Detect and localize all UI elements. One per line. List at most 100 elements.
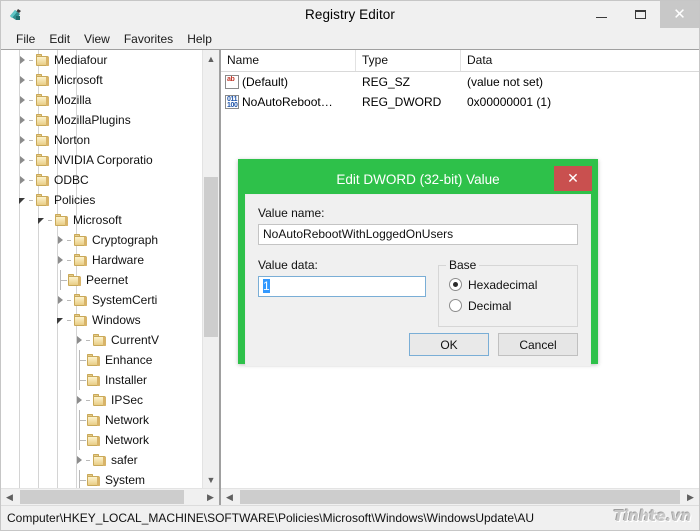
tree-hscroll-thumb[interactable]: [20, 490, 184, 504]
tree-scroll-track[interactable]: [203, 67, 219, 471]
menu-item-favorites[interactable]: Favorites: [117, 31, 180, 47]
tree-node-safer[interactable]: safer: [1, 450, 219, 470]
scroll-down-icon[interactable]: ▼: [203, 471, 219, 488]
tree-elbow: [72, 370, 86, 390]
folder-icon: [35, 73, 50, 87]
tree-node-ipsec[interactable]: IPSec: [1, 390, 219, 410]
chevron-down-icon[interactable]: [53, 310, 67, 330]
folder-icon: [67, 273, 82, 287]
column-header-name[interactable]: Name: [221, 50, 356, 71]
tree-node-label: Mozilla: [54, 93, 92, 107]
chevron-right-icon[interactable]: [15, 130, 29, 150]
tree-node-nvidia-corporatio[interactable]: NVIDIA Corporatio: [1, 150, 219, 170]
chevron-right-icon[interactable]: [15, 70, 29, 90]
tree-elbow: [72, 350, 86, 370]
title-bar: Registry Editor ✕: [1, 1, 699, 28]
column-header-type[interactable]: Type: [356, 50, 461, 71]
dialog-title: Edit DWORD (32-bit) Value: [336, 172, 500, 187]
column-header-data[interactable]: Data: [461, 50, 699, 71]
registry-tree[interactable]: Mediafour Microsoft Mozilla MozillaPlugins N…: [1, 50, 219, 488]
chevron-right-icon[interactable]: [15, 50, 29, 70]
close-icon: ✕: [673, 6, 686, 23]
list-hscroll-track[interactable]: [238, 489, 682, 505]
tree-node-currentv[interactable]: CurrentV: [1, 330, 219, 350]
chevron-right-icon[interactable]: [15, 90, 29, 110]
tree-node-label: Network: [105, 433, 150, 447]
radio-hexadecimal[interactable]: Hexadecimal: [449, 275, 567, 294]
value-data-label: Value data:: [258, 258, 318, 272]
ok-button[interactable]: OK: [409, 333, 489, 356]
tree-node-mozillaplugins[interactable]: MozillaPlugins: [1, 110, 219, 130]
menu-item-view[interactable]: View: [77, 31, 117, 47]
scroll-left-icon[interactable]: ◀: [1, 489, 18, 505]
scroll-left-icon[interactable]: ◀: [221, 489, 238, 505]
list-horizontal-scrollbar[interactable]: ◀ ▶: [221, 488, 699, 505]
folder-icon: [35, 93, 50, 107]
menu-bar: File Edit View Favorites Help: [1, 28, 699, 49]
tree-node-label: SystemCerti: [92, 293, 158, 307]
radio-decimal-label: Decimal: [468, 298, 512, 313]
minimize-button[interactable]: [582, 1, 621, 28]
chevron-right-icon[interactable]: [53, 230, 67, 250]
list-hscroll-thumb[interactable]: [240, 490, 680, 504]
cancel-button[interactable]: Cancel: [498, 333, 578, 356]
scroll-right-icon[interactable]: ▶: [202, 489, 219, 505]
chevron-right-icon[interactable]: [53, 290, 67, 310]
tree-node-label: Policies: [54, 193, 96, 207]
scroll-right-icon[interactable]: ▶: [682, 489, 699, 505]
tree-hscroll-track[interactable]: [18, 489, 202, 505]
value-row[interactable]: ab (Default) REG_SZ (value not set): [221, 72, 699, 92]
tree-node-cryptograph[interactable]: Cryptograph: [1, 230, 219, 250]
chevron-right-icon[interactable]: [72, 330, 86, 350]
tree-node-systemcerti[interactable]: SystemCerti: [1, 290, 219, 310]
chevron-down-icon[interactable]: [34, 210, 48, 230]
radio-decimal-icon: [449, 299, 462, 312]
tree-node-norton[interactable]: Norton: [1, 130, 219, 150]
menu-item-help[interactable]: Help: [180, 31, 219, 47]
chevron-down-icon[interactable]: [15, 190, 29, 210]
tree-node-policies[interactable]: Policies: [1, 190, 219, 210]
dword-value-icon: 011 100: [225, 95, 239, 109]
menu-item-file[interactable]: File: [9, 31, 42, 47]
tree-node-hardware[interactable]: Hardware: [1, 250, 219, 270]
tree-vertical-scrollbar[interactable]: ▲ ▼: [202, 50, 219, 488]
dialog-close-button[interactable]: ✕: [554, 166, 592, 191]
tree-node-label: Windows: [92, 313, 141, 327]
tree-node-odbc[interactable]: ODBC: [1, 170, 219, 190]
value-data-selected-text: 1: [263, 279, 270, 293]
scroll-up-icon[interactable]: ▲: [203, 50, 219, 67]
tree-node-windows[interactable]: Windows: [1, 310, 219, 330]
tree-leaf-connector: [72, 410, 86, 430]
chevron-right-icon[interactable]: [53, 250, 67, 270]
dialog-title-bar: Edit DWORD (32-bit) Value ✕: [245, 166, 592, 194]
tree-scroll-thumb[interactable]: [204, 177, 218, 337]
tree-horizontal-scrollbar[interactable]: ◀ ▶: [1, 488, 219, 505]
tree-node-enhance[interactable]: Enhance: [1, 350, 219, 370]
value-name-text: (Default): [242, 75, 289, 89]
tree-node-installer[interactable]: Installer: [1, 370, 219, 390]
tree-node-microsoft[interactable]: Microsoft: [1, 210, 219, 230]
tree-node-network[interactable]: Network: [1, 430, 219, 450]
close-button[interactable]: ✕: [660, 1, 699, 28]
tree-node-network[interactable]: Network: [1, 410, 219, 430]
chevron-right-icon[interactable]: [15, 110, 29, 130]
chevron-right-icon[interactable]: [72, 390, 86, 410]
tree-node-label: Installer: [105, 373, 148, 387]
radio-decimal[interactable]: Decimal: [449, 296, 567, 315]
tree-node-mozilla[interactable]: Mozilla: [1, 90, 219, 110]
dialog-body: Value name: NoAutoRebootWithLoggedOnUser…: [245, 194, 591, 367]
tree-node-mediafour[interactable]: Mediafour: [1, 50, 219, 70]
tree-node-system[interactable]: System: [1, 470, 219, 488]
value-data-input[interactable]: 1: [258, 276, 426, 297]
chevron-right-icon[interactable]: [15, 150, 29, 170]
chevron-right-icon[interactable]: [72, 450, 86, 470]
folder-icon: [35, 133, 50, 147]
maximize-button[interactable]: [621, 1, 660, 28]
chevron-right-icon[interactable]: [15, 170, 29, 190]
menu-item-edit[interactable]: Edit: [42, 31, 77, 47]
value-row[interactable]: 011 100 NoAutoReboot… REG_DWORD 0x00000001 (…: [221, 92, 699, 112]
value-name-input[interactable]: NoAutoRebootWithLoggedOnUsers: [258, 224, 578, 245]
tree-elbow: [53, 270, 67, 290]
tree-node-microsoft[interactable]: Microsoft: [1, 70, 219, 90]
tree-node-peernet[interactable]: Peernet: [1, 270, 219, 290]
